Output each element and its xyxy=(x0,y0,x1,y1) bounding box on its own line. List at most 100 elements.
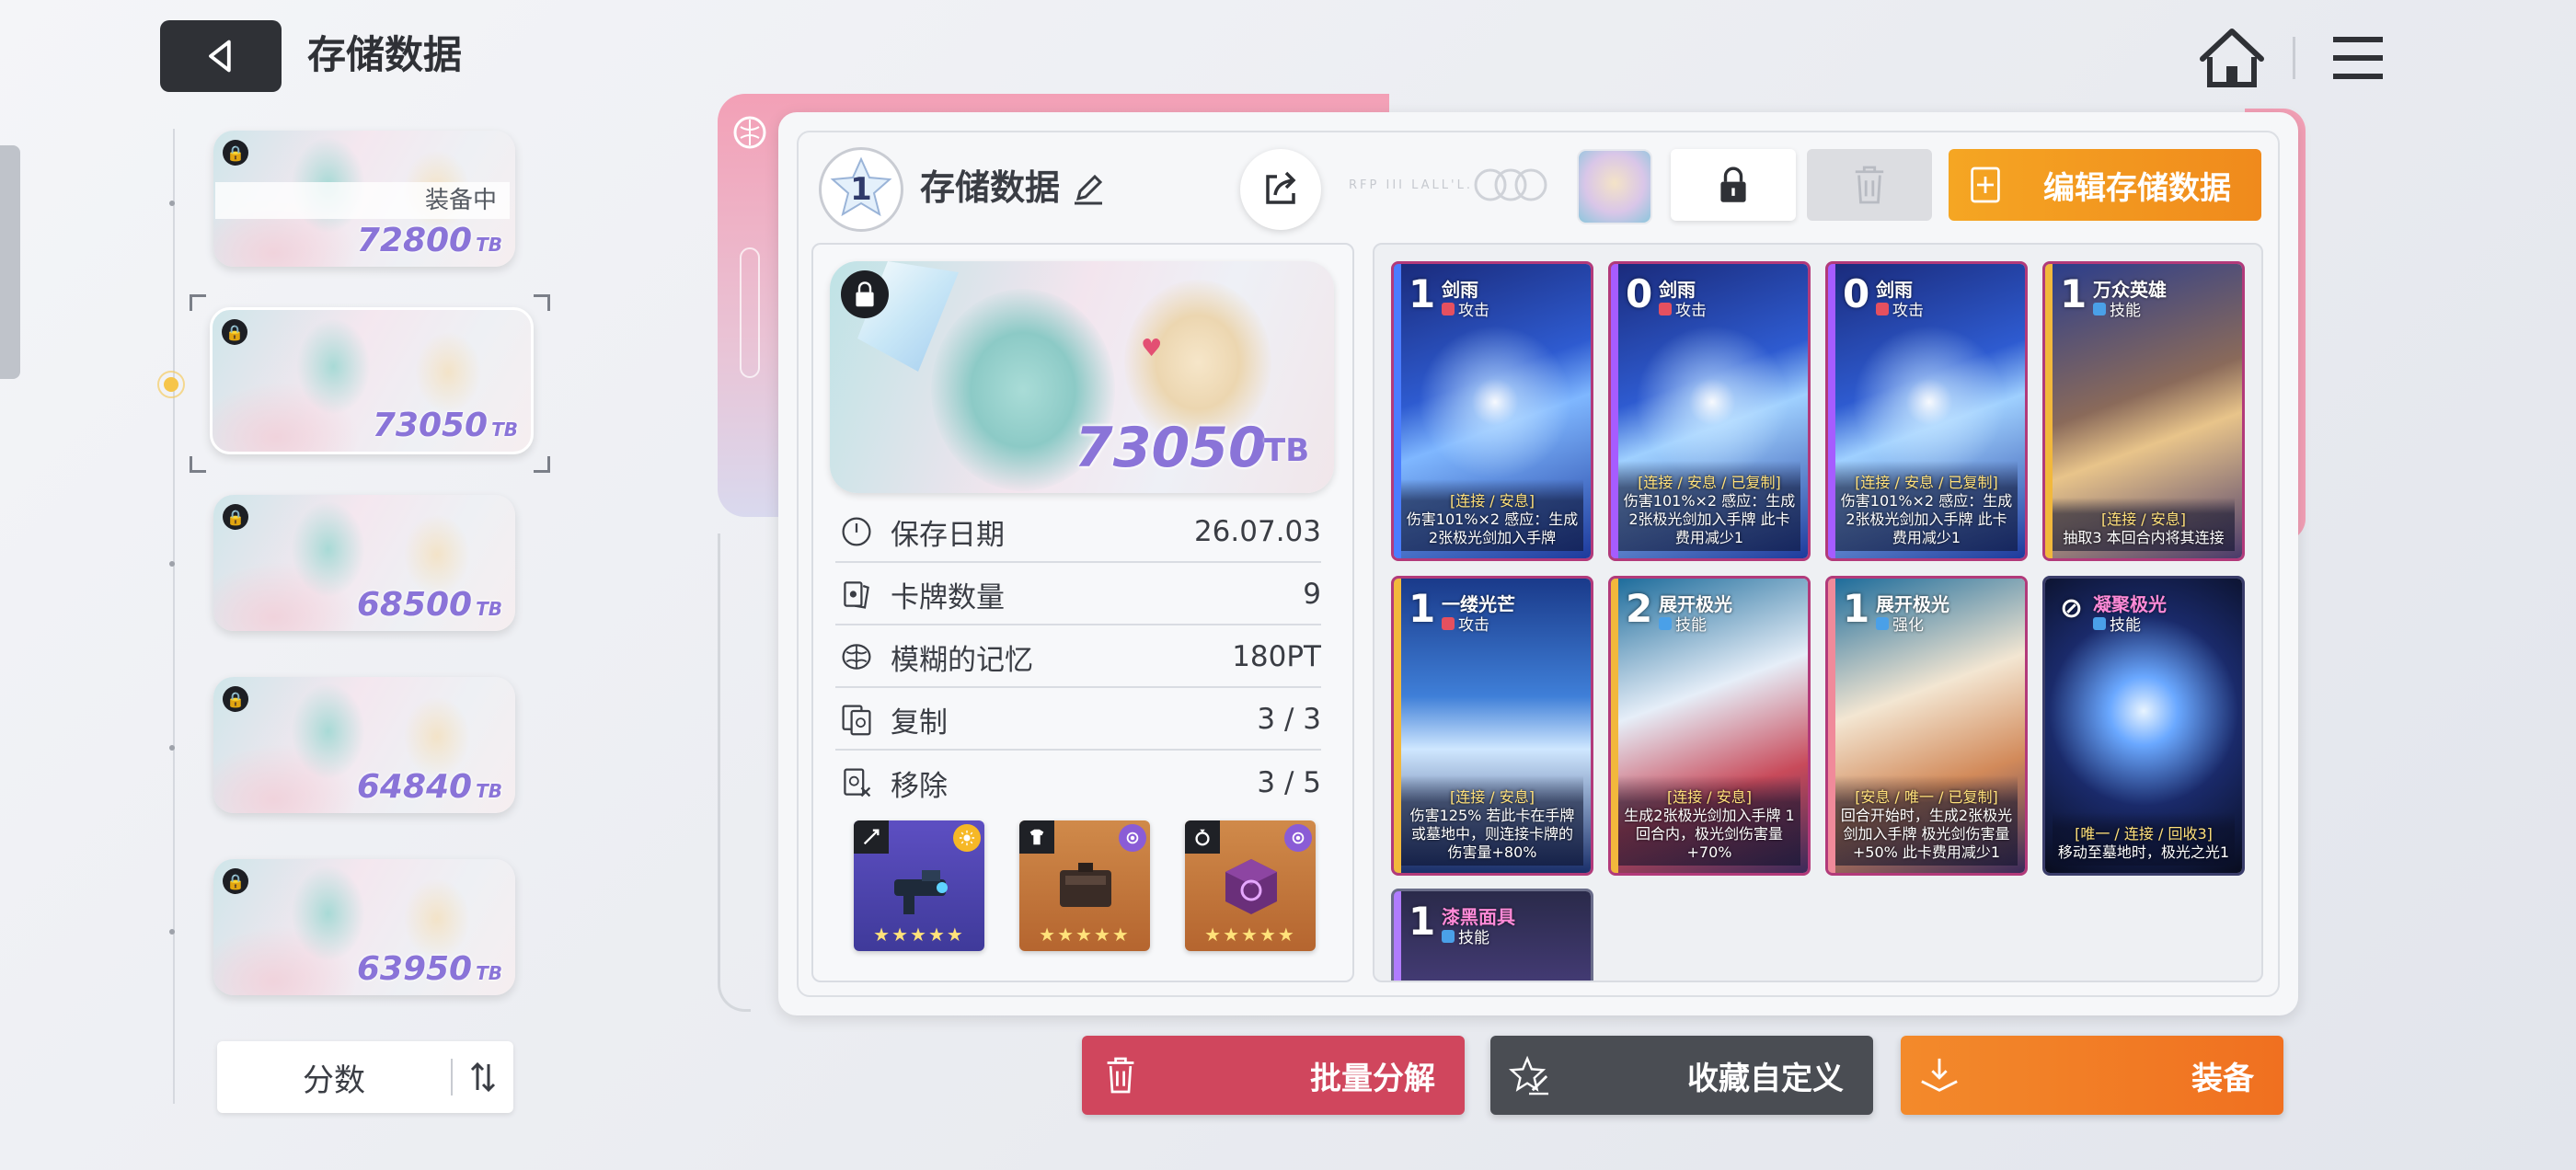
card-cost: ⊘ xyxy=(2060,592,2084,625)
sidebar-line xyxy=(173,129,175,1104)
lock-icon xyxy=(1720,166,1746,202)
armor-item-icon xyxy=(1060,863,1111,907)
save-slot-3[interactable]: 🔒 68500 TB xyxy=(213,495,515,631)
save-slot-5[interactable]: 🔒 63950 TB xyxy=(213,859,515,995)
equipment-weapon[interactable]: ★★★★★ xyxy=(854,820,984,951)
rank-purple-icon xyxy=(1284,824,1312,852)
save-score: 63950 TB xyxy=(356,950,502,988)
card-cost: 1 xyxy=(1409,899,1436,944)
card-5[interactable]: 2 展开极光 技能 [连接 / 安息] 生成2张极光剑加入手牌 1回合内，极光剑… xyxy=(1608,576,1811,876)
info-value: 3 / 3 xyxy=(1257,703,1321,736)
share-icon xyxy=(1266,171,1296,204)
home-button[interactable] xyxy=(2195,26,2269,90)
list-dot xyxy=(169,745,175,751)
equipment-armor[interactable]: ★★★★★ xyxy=(1019,820,1150,951)
selection-bracket xyxy=(534,294,550,311)
card-0[interactable]: 1 剑雨 攻击 [连接 / 安息] 伤害101%×2 感应：生成2张极光剑加入手… xyxy=(1391,261,1593,561)
sort-select[interactable]: 分数 xyxy=(217,1055,451,1100)
menu-button[interactable] xyxy=(2328,28,2388,88)
card-description: [连接 / 安息 / 已复制] 伤害101%×2 感应：生成2张极光剑加入手牌 … xyxy=(1618,461,1800,551)
equip-button[interactable]: 装备 xyxy=(1901,1036,2283,1115)
skill-type-icon xyxy=(1659,616,1672,630)
edit-save-button[interactable]: 编辑存储数据 xyxy=(1949,149,2261,221)
card-cost: 0 xyxy=(1626,271,1653,316)
lock-button[interactable] xyxy=(1671,149,1796,221)
attack-type-icon xyxy=(1659,302,1672,315)
list-dot xyxy=(169,929,175,935)
equipment-stars: ★★★★★ xyxy=(1204,923,1296,946)
skill-type-icon xyxy=(2093,302,2106,315)
card-type: 攻击 xyxy=(1442,612,1489,635)
header-divider xyxy=(2293,37,2295,79)
equipment-ring[interactable]: ★★★★★ xyxy=(1185,820,1316,951)
cube-item-icon xyxy=(1225,859,1277,914)
home-icon xyxy=(2200,29,2264,87)
save-score: 68500 TB xyxy=(356,586,502,624)
card-6[interactable]: 1 展开极光 强化 [安息 / 唯一 / 已复制] 回合开始时，生成2张极光剑加… xyxy=(1825,576,2028,876)
decorative-text: RFP III LALL'L. xyxy=(1349,178,1473,192)
slot-badge: 1 xyxy=(819,147,903,232)
delete-button[interactable] xyxy=(1807,149,1932,221)
armor-slot-icon xyxy=(1019,820,1054,854)
info-row-memory: 模糊的记忆 180PT xyxy=(835,627,1321,688)
share-button[interactable] xyxy=(1240,149,1321,230)
card-3[interactable]: 1 万众英雄 技能 [连接 / 安息] 抽取3 本回合内将其连接 xyxy=(2042,261,2245,561)
card-2[interactable]: 0 剑雨 攻击 [连接 / 安息 / 已复制] 伤害101%×2 感应：生成2张… xyxy=(1825,261,2028,561)
cover-lock-icon xyxy=(841,270,889,318)
card-4[interactable]: 1 一缕光芒 攻击 [连接 / 安息] 伤害125% 若此卡在手牌或墓地中，则连… xyxy=(1391,576,1593,876)
clock-icon xyxy=(835,510,878,553)
brain-icon xyxy=(835,636,878,678)
cover-score: 73050 xyxy=(1075,416,1267,480)
character-avatar[interactable] xyxy=(1577,149,1652,224)
save-slot-2[interactable]: 🔒 73050 TB xyxy=(210,307,534,454)
card-description: [连接 / 安息 / 已复制] 伤害101%×2 感应：生成2张极光剑加入手牌 … xyxy=(1835,461,2018,551)
weapon-slot-icon xyxy=(854,820,889,854)
card-cost: 1 xyxy=(1409,586,1436,631)
brain-strip-icon xyxy=(733,116,766,378)
lock-icon: 🔒 xyxy=(223,868,248,894)
attack-type-icon xyxy=(1442,616,1455,630)
save-score: 64840 TB xyxy=(356,768,502,806)
save-score: 72800 TB xyxy=(356,222,502,259)
card-type: 技能 xyxy=(2093,297,2141,320)
slot-number: 1 xyxy=(850,171,872,208)
info-value: 180PT xyxy=(1232,640,1321,673)
skill-type-icon xyxy=(1442,929,1455,943)
info-label: 模糊的记忆 xyxy=(891,643,1033,677)
batch-dismantle-button[interactable]: 批量分解 xyxy=(1082,1036,1465,1115)
save-slot-4[interactable]: 🔒 64840 TB xyxy=(213,677,515,813)
info-row-card-count: 卡牌数量 9 xyxy=(835,565,1321,625)
cover-score-unit: TB xyxy=(1264,432,1310,469)
selection-bracket xyxy=(534,456,550,473)
card-type: 攻击 xyxy=(1876,297,1924,320)
batch-dismantle-label: 批量分解 xyxy=(1310,1060,1435,1097)
lock-icon: 🔒 xyxy=(223,686,248,712)
card-description: [唯一 / 连接 / 回收3] 移动至墓地时，极光之光1 xyxy=(2053,812,2235,866)
card-cost: 1 xyxy=(1409,271,1436,316)
ring-slot-icon xyxy=(1185,820,1220,854)
equipment-stars: ★★★★★ xyxy=(873,923,965,946)
card-1[interactable]: 0 剑雨 攻击 [连接 / 安息 / 已复制] 伤害101%×2 感应：生成2张… xyxy=(1608,261,1811,561)
trash-icon xyxy=(1855,166,1884,204)
back-button[interactable] xyxy=(160,20,282,92)
skill-type-icon xyxy=(2093,616,2106,630)
pencil-icon[interactable] xyxy=(1071,171,1106,206)
copy-icon xyxy=(835,698,878,740)
page-title: 存储数据 xyxy=(307,32,463,77)
card-cost: 0 xyxy=(1843,271,1870,316)
card-type: 技能 xyxy=(2093,612,2141,635)
card-7[interactable]: ⊘ 凝聚极光 技能 [唯一 / 连接 / 回收3] 移动至墓地时，极光之光1 xyxy=(2042,576,2245,876)
save-slot-1[interactable]: 🔒 装备中 72800 TB xyxy=(213,131,515,267)
remove-icon xyxy=(835,762,878,804)
enhance-type-icon xyxy=(1876,616,1889,630)
sort-order-button[interactable] xyxy=(453,1041,513,1113)
equip-label: 装备 xyxy=(2191,1060,2254,1097)
save-name: 存储数据 xyxy=(920,167,1061,208)
cards-icon xyxy=(835,573,878,615)
card-8[interactable]: 1 漆黑面具 技能 xyxy=(1391,889,1593,981)
selection-bracket xyxy=(190,456,206,473)
favorite-custom-button[interactable]: 收藏自定义 xyxy=(1490,1036,1873,1115)
trash-icon xyxy=(1107,1057,1134,1094)
info-value: 26.07.03 xyxy=(1193,515,1321,548)
info-value: 9 xyxy=(1303,578,1321,611)
